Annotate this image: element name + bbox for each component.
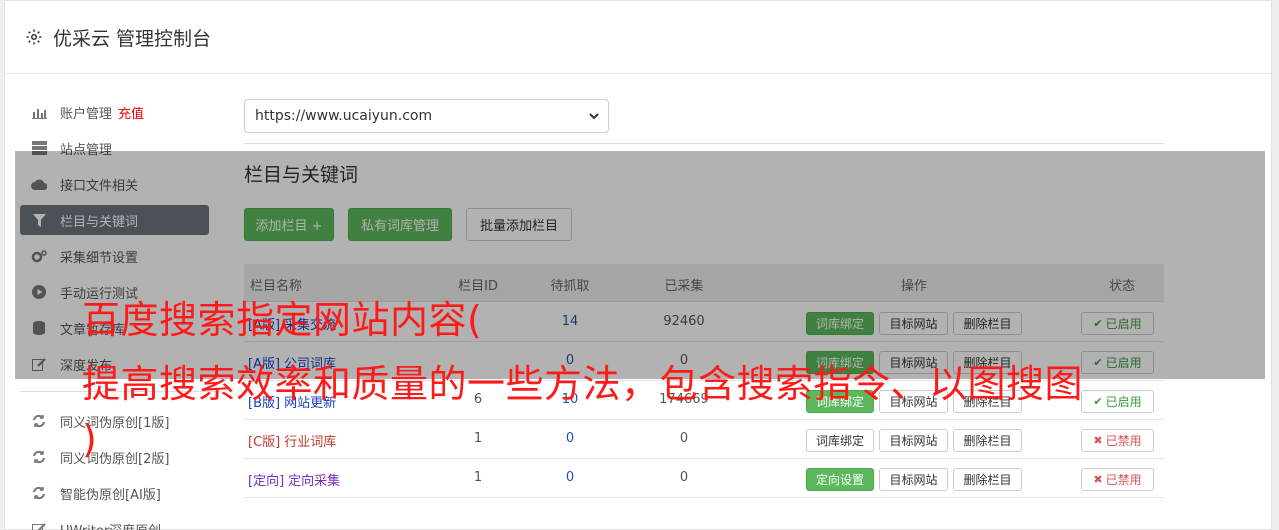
overlay-title-line2: 提高搜索效率和质量的一些方法，包含搜索指令、以图搜图 (82, 362, 1084, 406)
refresh-icon (31, 413, 47, 429)
column-name-text: 定向采集 (288, 474, 341, 489)
lexicon-bind-button[interactable]: 词库绑定 (806, 429, 874, 452)
version-tag: [定向] (248, 474, 285, 489)
status-label: 已禁用 (1105, 434, 1142, 448)
target-site-button[interactable]: 目标网站 (879, 468, 948, 491)
edit-icon (31, 521, 47, 530)
column-name[interactable]: [定向] 定向采集 (248, 470, 340, 489)
bar-chart-icon (31, 104, 47, 120)
sidebar-item-account[interactable]: 账户管理 充值 (20, 97, 209, 127)
refresh-icon (31, 485, 47, 501)
status-toggle[interactable]: ✔ 已启用 (1081, 390, 1154, 413)
check-icon: ✔ (1093, 395, 1103, 408)
chevron-down-icon (589, 113, 599, 120)
sidebar-item-synonym-v1[interactable]: 同义词伪原创[1版] (20, 406, 209, 436)
sidebar-item-ai-rewrite[interactable]: 智能伪原创[AI版] (20, 478, 209, 508)
status-toggle[interactable]: ✖ 已禁用 (1081, 429, 1154, 452)
gear-icon (26, 29, 42, 45)
table-row: [定向] 定向采集 1 0 0 定向设置 目标网站 删除栏目 ✖ 已禁用 (244, 459, 1164, 498)
collected-count: 0 (679, 470, 689, 485)
lexicon-bind-button[interactable]: 定向设置 (806, 468, 874, 491)
sidebar-item-label: 同义词伪原创[1版] (60, 415, 170, 431)
site-select-value: https://www.ucaiyun.com (255, 108, 433, 124)
header: 优采云 管理控制台 (5, 1, 1271, 74)
sidebar-item-label: UWriter深度原创 (60, 520, 161, 530)
page-title: 优采云 管理控制台 (53, 27, 212, 50)
delete-column-button[interactable]: 删除栏目 (953, 468, 1022, 491)
site-select[interactable]: https://www.ucaiyun.com (244, 99, 609, 133)
x-icon: ✖ (1093, 434, 1103, 447)
delete-column-button[interactable]: 删除栏目 (953, 429, 1022, 452)
dim-overlay (15, 151, 1265, 379)
version-tag: [C版] (248, 435, 281, 450)
sidebar-item-label: 账户管理 (60, 106, 113, 122)
column-name-text: 行业词库 (284, 435, 337, 450)
x-icon: ✖ (1093, 473, 1103, 486)
status-label: 已禁用 (1105, 473, 1142, 487)
overlay-title-line1: 百度搜索指定网站内容( (82, 298, 483, 342)
column-name[interactable]: [C版] 行业词库 (248, 431, 336, 450)
target-site-button[interactable]: 目标网站 (879, 429, 948, 452)
status-label: 已启用 (1105, 395, 1142, 409)
pending-count[interactable]: 0 (540, 431, 600, 446)
sidebar-item-uwriter[interactable]: UWriter深度原创 (20, 514, 209, 530)
recharge-link[interactable]: 充值 (118, 103, 144, 122)
sidebar-item-synonym-v2[interactable]: 同义词伪原创[2版] (20, 442, 209, 472)
refresh-icon (31, 449, 47, 465)
column-id: 1 (473, 431, 483, 446)
pending-count[interactable]: 0 (540, 470, 600, 485)
sidebar-item-label: 同义词伪原创[2版] (60, 451, 170, 467)
sidebar-item-label: 智能伪原创[AI版] (60, 487, 161, 503)
column-id: 1 (473, 470, 483, 485)
table-row: [C版] 行业词库 1 0 0 词库绑定 目标网站 删除栏目 ✖ 已禁用 (244, 420, 1164, 459)
divider (244, 143, 1164, 144)
status-toggle[interactable]: ✖ 已禁用 (1081, 468, 1154, 491)
collected-count: 0 (679, 431, 689, 446)
overlay-title-line3: ) (82, 417, 98, 461)
